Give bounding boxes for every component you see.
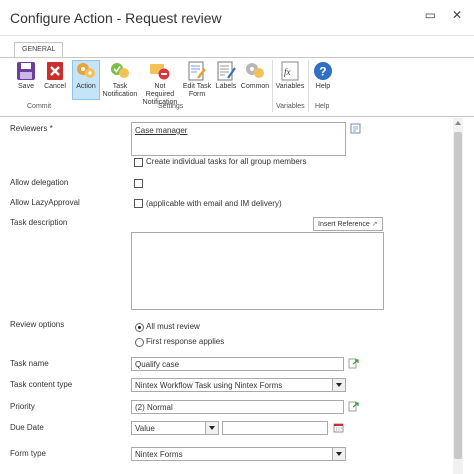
priority-field[interactable]: (2) Normal: [131, 400, 344, 414]
insert-reference-label: Insert Reference: [318, 221, 370, 228]
first-response-label: First response applies: [146, 337, 225, 346]
cancel-button[interactable]: Cancel: [42, 61, 68, 91]
task-content-type-select[interactable]: Nintex Workflow Task using Nintex Forms: [131, 378, 346, 392]
task-name-field[interactable]: Qualify case: [131, 357, 344, 371]
close-icon[interactable]: ✕: [452, 9, 462, 21]
insert-reference-icon[interactable]: [348, 401, 359, 412]
not-required-label-1: Not Required: [145, 83, 175, 98]
due-date-field[interactable]: [222, 421, 328, 435]
labels-button[interactable]: Labels: [214, 61, 238, 91]
task-content-type-value: Nintex Workflow Task using Nintex Forms: [135, 381, 283, 390]
save-icon: [17, 62, 35, 80]
ribbon-separator: [308, 60, 309, 112]
task-notification-label-1: Task: [112, 83, 128, 90]
allow-delegation-checkbox[interactable]: [134, 179, 143, 188]
task-notification-button[interactable]: Task Notification: [102, 61, 138, 99]
labels-label: Labels: [215, 83, 237, 90]
scroll-thumb[interactable]: [454, 132, 462, 459]
save-button[interactable]: Save: [14, 61, 38, 91]
help-icon: ?: [314, 62, 332, 80]
labels-icon: [217, 61, 236, 81]
insert-reference-button[interactable]: Insert Reference ↗: [313, 217, 383, 231]
group-variables-label: Variables: [276, 103, 305, 110]
all-must-review-label: All must review: [146, 322, 200, 331]
task-name-label: Task name: [10, 359, 49, 368]
scrollbar[interactable]: [453, 118, 463, 474]
first-response-radio[interactable]: [135, 338, 144, 347]
insert-reference-icon: ↗: [371, 221, 378, 228]
calendar-icon[interactable]: [333, 422, 344, 433]
title-actions: ▭ ✕: [425, 9, 462, 21]
form-type-value: Nintex Forms: [135, 450, 183, 459]
form-type-label: Form type: [10, 449, 47, 458]
due-date-type-select[interactable]: Value: [131, 421, 219, 435]
common-button[interactable]: Common: [240, 61, 270, 91]
not-required-notification-button[interactable]: Not Required Notification: [140, 61, 180, 107]
svg-text:?: ?: [319, 65, 326, 79]
edit-task-form-label-1: Edit Task: [182, 83, 212, 90]
allow-delegation-label: Allow delegation: [10, 178, 69, 187]
create-individual-tasks-checkbox[interactable]: [134, 158, 143, 167]
due-date-type-value: Value: [135, 424, 155, 433]
ribbon: GENERAL Save Cancel Action Task Notifica…: [0, 36, 474, 117]
ribbon-divider: [0, 57, 474, 58]
dialog-titlebar: Configure Action - Request review ▭ ✕: [0, 0, 474, 36]
reviewer-value: Case manager: [135, 126, 188, 135]
ribbon-separator: [272, 60, 273, 112]
form-type-select[interactable]: Nintex Forms: [131, 447, 346, 461]
action-icon: [77, 63, 95, 78]
action-button[interactable]: Action: [72, 60, 100, 100]
reviewers-label: Reviewers *: [10, 124, 53, 133]
variables-button[interactable]: fx Variables: [274, 61, 306, 91]
chevron-down-icon: [332, 379, 345, 391]
task-description-label: Task description: [10, 218, 68, 227]
chevron-down-icon: [332, 448, 345, 460]
all-must-review-radio[interactable]: [135, 323, 144, 332]
chevron-down-icon: [205, 422, 218, 434]
help-button[interactable]: ? Help: [312, 61, 334, 91]
svg-text:fx: fx: [284, 67, 291, 77]
not-required-icon: [150, 64, 170, 80]
common-label: Common: [240, 83, 270, 90]
insert-reference-icon[interactable]: [348, 358, 359, 369]
cancel-icon: [47, 62, 63, 80]
task-description-field[interactable]: [131, 232, 384, 310]
configure-form: Reviewers * Case manager Create individu…: [0, 118, 450, 474]
allow-lazyapproval-note: (applicable with email and IM delivery): [146, 199, 282, 208]
save-label: Save: [18, 83, 34, 90]
address-book-icon[interactable]: [350, 123, 361, 134]
edit-task-form-label-2: Form: [188, 91, 206, 98]
cancel-label: Cancel: [44, 83, 66, 90]
common-icon: [246, 63, 264, 78]
task-notification-icon: [111, 63, 129, 78]
allow-lazyapproval-label: Allow LazyApproval: [10, 198, 80, 207]
allow-lazyapproval-checkbox[interactable]: [134, 199, 143, 208]
dialog-title: Configure Action - Request review: [10, 10, 222, 26]
group-settings-label: Settings: [158, 103, 184, 110]
task-content-type-label: Task content type: [10, 380, 73, 389]
variables-icon: fx: [281, 61, 299, 81]
variables-label: Variables: [275, 83, 305, 90]
scroll-up-arrow-icon[interactable]: [455, 121, 461, 125]
maximize-icon[interactable]: ▭: [425, 9, 436, 21]
edit-task-form-button[interactable]: Edit Task Form: [182, 61, 212, 99]
tab-general[interactable]: GENERAL: [14, 42, 64, 58]
task-notification-label-2: Notification: [102, 91, 138, 98]
action-label: Action: [76, 83, 96, 90]
review-options-label: Review options: [10, 320, 65, 329]
group-commit-label: Commit: [27, 103, 52, 110]
group-help-label: Help: [315, 103, 330, 110]
reviewers-field[interactable]: Case manager: [131, 122, 346, 156]
priority-label: Priority: [10, 402, 35, 411]
due-date-label: Due Date: [10, 423, 44, 432]
create-individual-tasks-label: Create individual tasks for all group me…: [146, 157, 307, 166]
help-label: Help: [315, 83, 331, 90]
edit-task-form-icon: [188, 61, 206, 81]
